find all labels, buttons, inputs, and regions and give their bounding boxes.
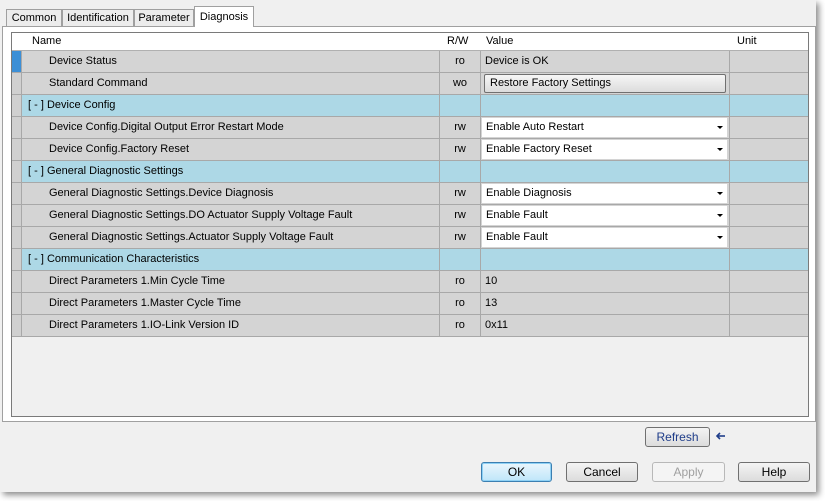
column-header-value[interactable]: Value	[486, 33, 513, 50]
row-unit	[730, 271, 808, 293]
row-rw: wo	[440, 73, 481, 95]
row-name: Standard Command	[49, 77, 148, 89]
chevron-down-icon[interactable]	[717, 148, 723, 151]
row-unit	[730, 73, 808, 95]
row-rw: rw	[440, 205, 481, 227]
row-unit	[730, 293, 808, 315]
row-rw: ro	[440, 271, 481, 293]
grid-row-master-cycle-time[interactable]: Direct Parameters 1.Master Cycle Time ro…	[12, 293, 808, 315]
row-unit	[730, 205, 808, 227]
row-name: Device Status	[49, 55, 117, 67]
chevron-down-icon[interactable]	[717, 236, 723, 239]
row-selector[interactable]	[12, 315, 22, 337]
row-rw: ro	[440, 51, 481, 73]
grid-row-digital-output-error-restart-mode[interactable]: Device Config.Digital Output Error Resta…	[12, 117, 808, 139]
group-toggle-label[interactable]: [ - ] Device Config	[22, 99, 115, 111]
tab-common[interactable]: Common	[6, 9, 62, 26]
row-name: Direct Parameters 1.Master Cycle Time	[49, 297, 241, 309]
chevron-down-icon[interactable]	[717, 126, 723, 129]
row-selector[interactable]	[12, 293, 22, 315]
grid-row-factory-reset[interactable]: Device Config.Factory Reset rw Enable Fa…	[12, 139, 808, 161]
row-name: General Diagnostic Settings.Device Diagn…	[49, 187, 274, 199]
grid-row-device-diagnosis[interactable]: General Diagnostic Settings.Device Diagn…	[12, 183, 808, 205]
row-selector[interactable]	[12, 117, 22, 139]
factory-reset-dropdown[interactable]: Enable Factory Reset	[482, 140, 727, 159]
row-name: General Diagnostic Settings.Actuator Sup…	[49, 231, 334, 243]
grid-row-do-actuator-supply-voltage-fault[interactable]: General Diagnostic Settings.DO Actuator …	[12, 205, 808, 227]
grid-row-device-status[interactable]: Device Status ro Device is OK	[12, 51, 808, 73]
ok-button[interactable]: OK	[481, 462, 552, 482]
row-selector[interactable]	[12, 271, 22, 293]
group-row-device-config[interactable]: [ - ] Device Config	[12, 95, 808, 117]
help-button[interactable]: Help	[738, 462, 810, 482]
row-selector[interactable]	[12, 139, 22, 161]
do-actuator-fault-dropdown[interactable]: Enable Fault	[482, 206, 727, 225]
grid-row-io-link-version-id[interactable]: Direct Parameters 1.IO-Link Version ID r…	[12, 315, 808, 337]
row-name: Direct Parameters 1.IO-Link Version ID	[49, 319, 240, 331]
current-row-marker	[12, 51, 22, 73]
row-name: Device Config.Digital Output Error Resta…	[49, 121, 284, 133]
row-name: General Diagnostic Settings.DO Actuator …	[49, 209, 353, 221]
row-selector[interactable]	[12, 227, 22, 249]
arrow-left-icon	[715, 432, 725, 440]
restore-factory-settings-button[interactable]: Restore Factory Settings	[484, 74, 726, 93]
row-unit	[730, 51, 808, 73]
row-name: Device Config.Factory Reset	[49, 143, 189, 155]
row-rw: ro	[440, 315, 481, 337]
row-unit	[730, 315, 808, 337]
group-row-general-diagnostic-settings[interactable]: [ - ] General Diagnostic Settings	[12, 161, 808, 183]
row-rw: ro	[440, 293, 481, 315]
row-unit	[730, 139, 808, 161]
grid-header: Name R/W Value Unit	[12, 33, 808, 51]
row-selector[interactable]	[12, 95, 22, 117]
device-diagnosis-dropdown[interactable]: Enable Diagnosis	[482, 184, 727, 203]
tab-diagnosis[interactable]: Diagnosis	[194, 6, 254, 27]
restart-mode-dropdown[interactable]: Enable Auto Restart	[482, 118, 727, 137]
apply-button[interactable]: Apply	[652, 462, 725, 482]
row-unit	[730, 183, 808, 205]
refresh-button[interactable]: Refresh	[645, 427, 710, 447]
row-rw: rw	[440, 227, 481, 249]
grid-row-min-cycle-time[interactable]: Direct Parameters 1.Min Cycle Time ro 10	[12, 271, 808, 293]
group-toggle-label[interactable]: [ - ] Communication Characteristics	[22, 253, 199, 265]
tab-identification[interactable]: Identification	[62, 9, 134, 26]
row-unit	[730, 117, 808, 139]
row-value: 13	[485, 297, 498, 309]
chevron-down-icon[interactable]	[717, 192, 723, 195]
column-header-rw[interactable]: R/W	[447, 33, 468, 50]
parameter-grid: Name R/W Value Unit Device Status ro Dev…	[11, 32, 809, 417]
diagnosis-tab-panel: Name R/W Value Unit Device Status ro Dev…	[2, 26, 816, 422]
column-header-unit[interactable]: Unit	[737, 33, 757, 50]
row-selector[interactable]	[12, 73, 22, 95]
row-selector[interactable]	[12, 161, 22, 183]
cancel-button[interactable]: Cancel	[566, 462, 638, 482]
grid-row-actuator-supply-voltage-fault[interactable]: General Diagnostic Settings.Actuator Sup…	[12, 227, 808, 249]
row-rw: rw	[440, 183, 481, 205]
row-rw: rw	[440, 117, 481, 139]
group-toggle-label[interactable]: [ - ] General Diagnostic Settings	[22, 165, 183, 177]
group-row-communication-characteristics[interactable]: [ - ] Communication Characteristics	[12, 249, 808, 271]
device-properties-dialog: Common Identification Parameter Diagnosi…	[0, 0, 816, 492]
chevron-down-icon[interactable]	[717, 214, 723, 217]
row-name: Direct Parameters 1.Min Cycle Time	[49, 275, 226, 287]
row-selector[interactable]	[12, 183, 22, 205]
actuator-fault-dropdown[interactable]: Enable Fault	[482, 228, 727, 247]
grid-row-standard-command[interactable]: Standard Command wo Restore Factory Sett…	[12, 73, 808, 95]
row-value: Device is OK	[485, 55, 549, 67]
row-value: 0x11	[485, 319, 509, 331]
row-unit	[730, 227, 808, 249]
column-header-name[interactable]: Name	[32, 33, 61, 50]
row-selector[interactable]	[12, 249, 22, 271]
row-value: 10	[485, 275, 498, 287]
row-selector[interactable]	[12, 205, 22, 227]
row-rw: rw	[440, 139, 481, 161]
tab-parameter[interactable]: Parameter	[134, 9, 194, 26]
